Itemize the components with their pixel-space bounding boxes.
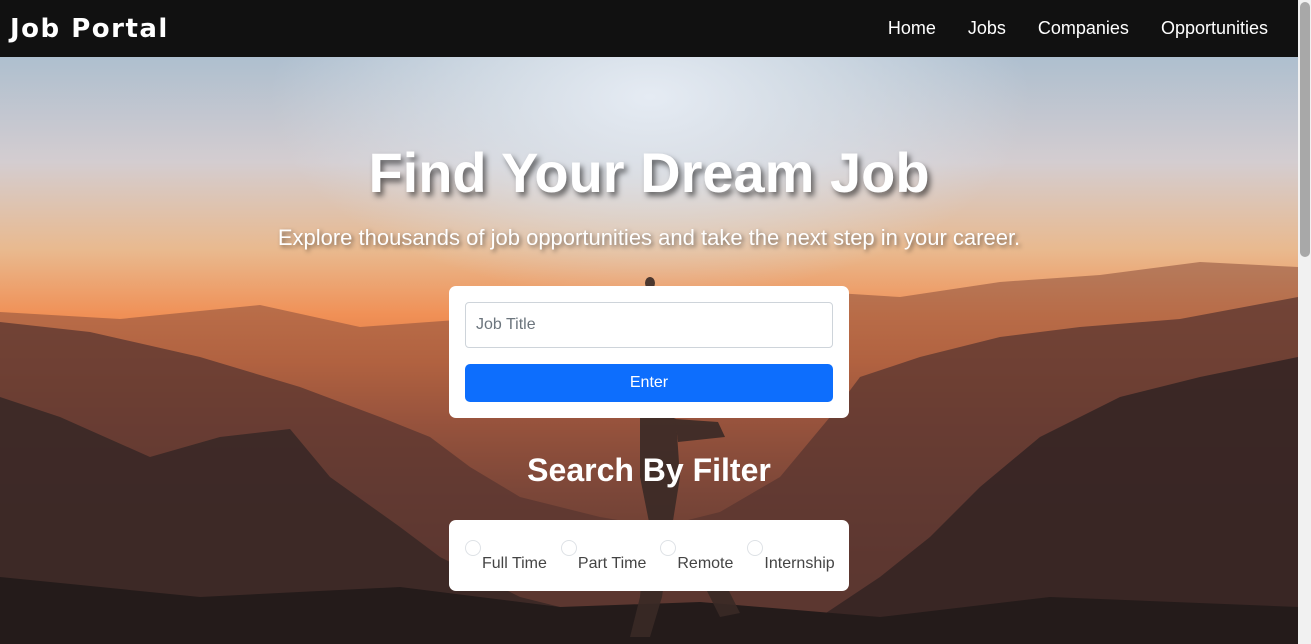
job-title-input[interactable] xyxy=(465,302,833,348)
search-card: Enter xyxy=(449,286,849,418)
nav-link-home[interactable]: Home xyxy=(888,18,936,39)
radio-internship[interactable] xyxy=(747,540,764,556)
nav-link-jobs[interactable]: Jobs xyxy=(968,18,1006,39)
radio-remote[interactable] xyxy=(660,540,677,556)
hero-subtitle: Explore thousands of job opportunities a… xyxy=(277,225,1021,250)
nav-link-companies[interactable]: Companies xyxy=(1038,18,1129,39)
radio-full-time[interactable] xyxy=(465,540,481,556)
filter-option-full-time[interactable]: Full Time xyxy=(465,540,547,591)
filter-title: Search By Filter xyxy=(527,452,771,488)
navbar: Job Portal Home Jobs Companies Opportuni… xyxy=(0,0,1298,57)
filter-card: Full Time Part Time Remote Internship xyxy=(449,520,849,591)
filter-label-internship: Internship xyxy=(764,555,835,572)
filter-option-part-time[interactable]: Part Time xyxy=(560,540,647,591)
enter-button[interactable]: Enter xyxy=(465,364,833,402)
scrollbar-thumb[interactable] xyxy=(1300,2,1310,257)
filter-label-full-time: Full Time xyxy=(482,555,547,572)
filter-option-internship[interactable]: Internship xyxy=(747,540,835,591)
hero-section: Find Your Dream Job Explore thousands of… xyxy=(0,57,1298,644)
filter-option-remote[interactable]: Remote xyxy=(660,540,733,591)
nav-links: Home Jobs Companies Opportunities xyxy=(888,18,1268,39)
filter-label-part-time: Part Time xyxy=(577,555,647,572)
brand-logo[interactable]: Job Portal xyxy=(10,14,169,44)
radio-part-time[interactable] xyxy=(560,540,577,556)
filter-label-remote: Remote xyxy=(677,555,734,572)
nav-link-opportunities[interactable]: Opportunities xyxy=(1161,18,1268,39)
hero-title: Find Your Dream Job xyxy=(368,141,930,204)
